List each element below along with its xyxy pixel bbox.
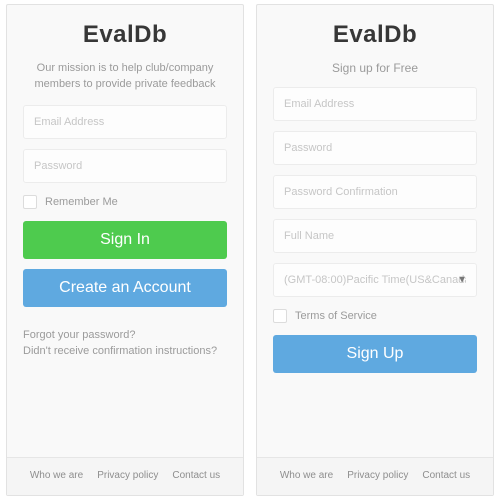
signup-subhead: Sign up for Free bbox=[257, 57, 493, 87]
brand-logo: EvalDb bbox=[257, 21, 493, 49]
footer-about-link[interactable]: Who we are bbox=[280, 470, 333, 481]
password-field[interactable] bbox=[23, 149, 227, 183]
signup-password-field[interactable] bbox=[273, 131, 477, 165]
tos-row[interactable]: Terms of Service bbox=[273, 307, 477, 325]
tos-checkbox[interactable] bbox=[273, 309, 287, 323]
signup-header: EvalDb bbox=[257, 5, 493, 57]
signin-button[interactable]: Sign In bbox=[23, 221, 227, 259]
footer-privacy-link[interactable]: Privacy policy bbox=[347, 470, 408, 481]
signin-form: Remember Me Sign In Create an Account Fo… bbox=[7, 105, 243, 457]
timezone-select[interactable]: (GMT-08:00)Pacific Time(US&Canada) bbox=[273, 263, 477, 297]
signin-panel: EvalDb Our mission is to help club/compa… bbox=[6, 4, 244, 496]
signin-header: EvalDb bbox=[7, 5, 243, 57]
signup-button[interactable]: Sign Up bbox=[273, 335, 477, 373]
brand-logo: EvalDb bbox=[7, 21, 243, 49]
remember-row[interactable]: Remember Me bbox=[23, 193, 227, 211]
signup-form: (GMT-08:00)Pacific Time(US&Canada) ▼ Ter… bbox=[257, 87, 493, 457]
footer-contact-link[interactable]: Contact us bbox=[422, 470, 470, 481]
remember-checkbox[interactable] bbox=[23, 195, 37, 209]
signin-tagline: Our mission is to help club/company memb… bbox=[7, 57, 243, 105]
tos-label: Terms of Service bbox=[295, 310, 377, 322]
footer-about-link[interactable]: Who we are bbox=[30, 470, 83, 481]
remember-label: Remember Me bbox=[45, 196, 118, 208]
timezone-select-wrap: (GMT-08:00)Pacific Time(US&Canada) ▼ bbox=[273, 263, 477, 297]
forgot-password-link[interactable]: Forgot your password? bbox=[23, 327, 227, 344]
signup-panel: EvalDb Sign up for Free (GMT-08:00)Pacif… bbox=[256, 4, 494, 496]
email-field[interactable] bbox=[23, 105, 227, 139]
footer-contact-link[interactable]: Contact us bbox=[172, 470, 220, 481]
signup-email-field[interactable] bbox=[273, 87, 477, 121]
resend-confirmation-link[interactable]: Didn't receive confirmation instructions… bbox=[23, 343, 227, 360]
signup-password-confirm-field[interactable] bbox=[273, 175, 477, 209]
signin-links: Forgot your password? Didn't receive con… bbox=[23, 317, 227, 374]
footer-privacy-link[interactable]: Privacy policy bbox=[97, 470, 158, 481]
signin-footer: Who we are Privacy policy Contact us bbox=[7, 457, 243, 495]
fullname-field[interactable] bbox=[273, 219, 477, 253]
signup-footer: Who we are Privacy policy Contact us bbox=[257, 457, 493, 495]
create-account-button[interactable]: Create an Account bbox=[23, 269, 227, 307]
